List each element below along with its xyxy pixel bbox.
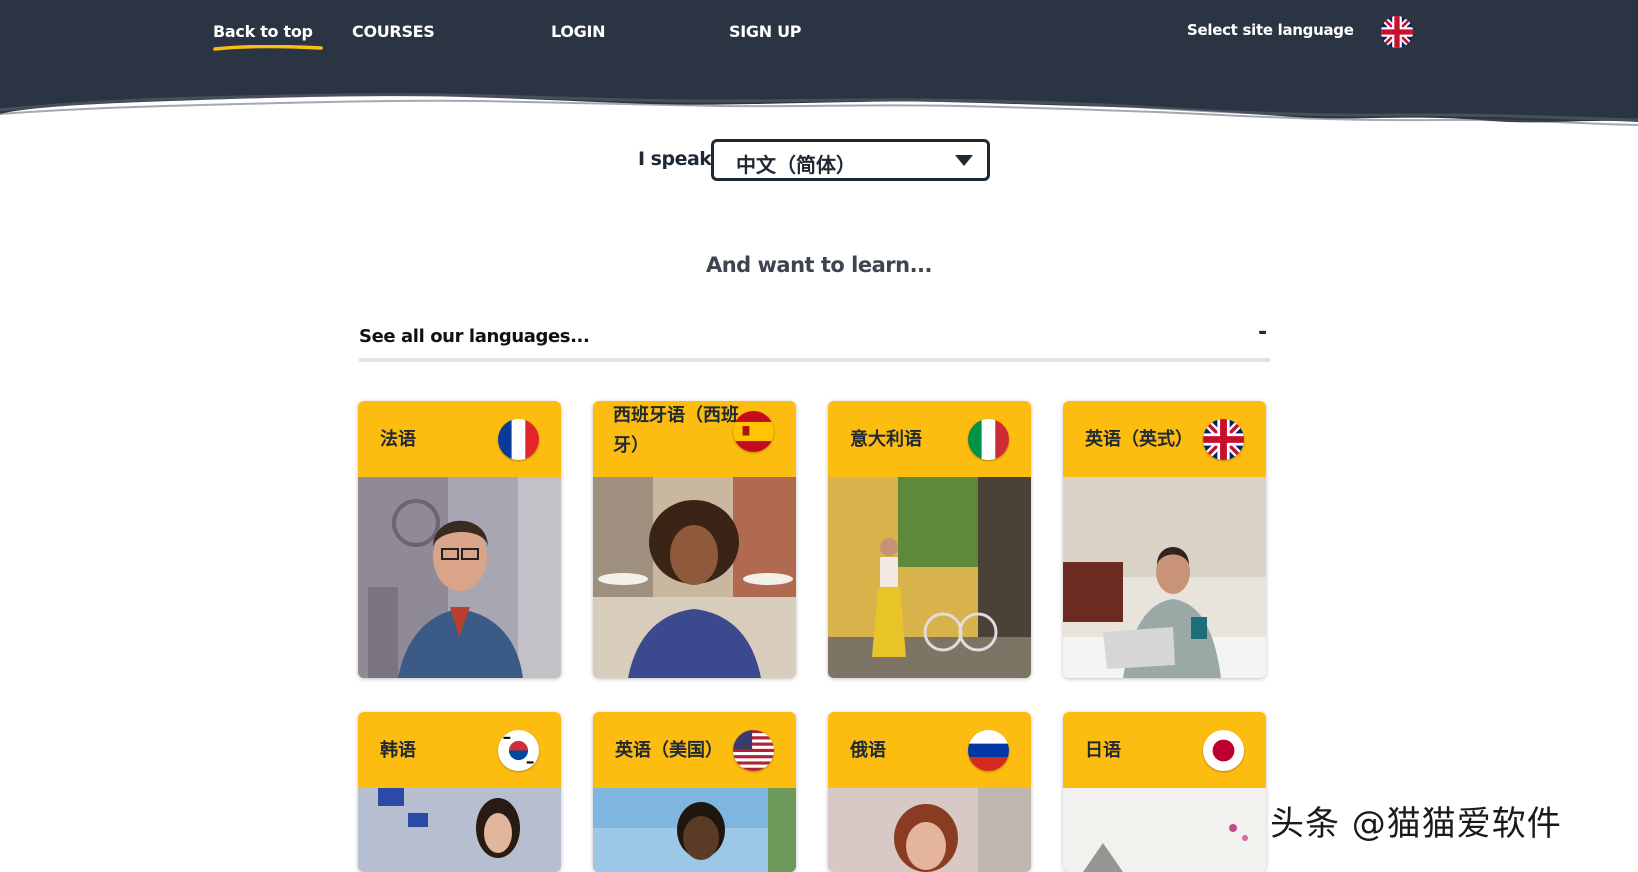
course-name: 英语（美国） [615,740,723,761]
native-language-select[interactable]: 中文（简体） [711,139,990,181]
russia-flag-icon [968,730,1009,771]
course-photo [1063,477,1266,678]
nav-login-link[interactable]: LOGIN [551,22,606,41]
course-name: 英语（英式） [1085,429,1193,450]
nav-signup-link[interactable]: SIGN UP [729,22,802,41]
see-all-languages-toggle[interactable]: See all our languages... [359,326,590,347]
course-card-korean[interactable]: 韩语 [358,712,561,872]
card-header: 俄语 [828,712,1031,788]
course-name: 意大利语 [850,429,922,450]
course-name: 西班牙语（西班牙） [613,405,739,456]
course-name: 俄语 [850,740,886,761]
dropdown-caret-icon [955,155,973,166]
spain-flag-icon [733,411,774,452]
course-photo [593,788,796,872]
card-header: 韩语 [358,712,561,788]
card-header: 日语 [1063,712,1266,788]
course-card-russian[interactable]: 俄语 [828,712,1031,872]
card-header: 法语 [358,401,561,477]
card-header: 西班牙语（西班牙） [593,401,796,477]
watermark-text: 头条 @猫猫爱软件 [1270,804,1562,844]
header-brush-edge [0,70,1638,126]
i-speak-label: I speak [638,148,712,170]
selected-language: 中文（简体） [736,153,856,177]
course-photo [828,477,1031,678]
course-name: 法语 [380,429,416,450]
active-underline [213,45,323,51]
uk-flag-icon[interactable] [1381,16,1413,48]
course-name: 日语 [1085,740,1121,761]
course-card-french[interactable]: 法语 [358,401,561,678]
course-card-spanish-spain[interactable]: 西班牙语（西班牙） [593,401,796,678]
uk-flag-icon [1203,419,1244,460]
course-photo [1063,788,1266,872]
card-header: 英语（美国） [593,712,796,788]
collapse-icon[interactable]: - [1258,320,1267,345]
course-photo [828,788,1031,872]
course-photo [593,477,796,678]
italy-flag-icon [968,419,1009,460]
course-card-japanese[interactable]: 日语 [1063,712,1266,872]
course-card-italian[interactable]: 意大利语 [828,401,1031,678]
card-header: 英语（英式） [1063,401,1266,477]
course-name: 韩语 [380,740,416,761]
korea-flag-icon [498,730,539,771]
course-card-english-uk[interactable]: 英语（英式） [1063,401,1266,678]
course-photo [358,788,561,872]
japan-flag-icon [1203,730,1244,771]
want-to-learn-heading: And want to learn... [705,253,933,277]
select-site-language-link[interactable]: Select site language [1187,21,1354,39]
card-header: 意大利语 [828,401,1031,477]
nav-courses-link[interactable]: COURSES [352,22,435,41]
section-divider [359,358,1270,362]
back-to-top-link[interactable]: Back to top [213,22,313,41]
usa-flag-icon [733,730,774,771]
course-photo [358,477,561,678]
course-card-english-us[interactable]: 英语（美国） [593,712,796,872]
france-flag-icon [498,419,539,460]
